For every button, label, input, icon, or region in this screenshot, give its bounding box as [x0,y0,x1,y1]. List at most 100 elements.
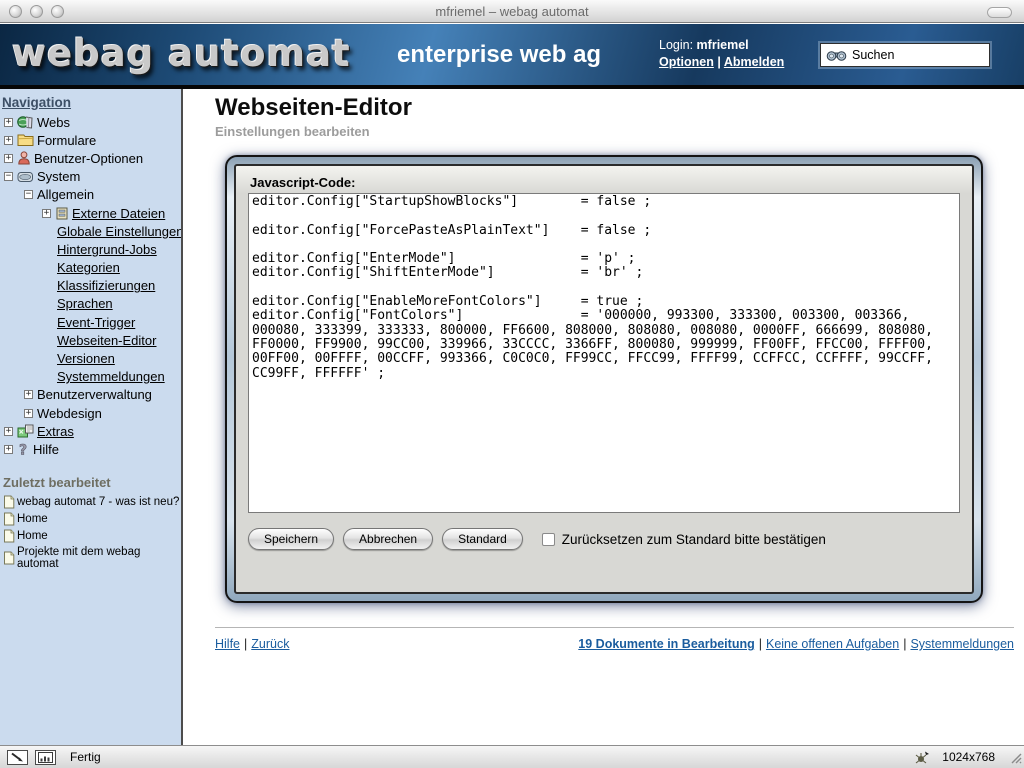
login-link-separator: | [717,55,721,69]
sidebar-item-label: Benutzerverwaltung [37,387,152,402]
app-logo: webag automat [12,32,351,75]
recent-item-label[interactable]: webag automat 7 - was ist neu? [17,496,179,508]
recent-item-label[interactable]: Home [17,513,48,525]
footer-link-systemmeldungen[interactable]: Systemmeldungen [910,637,1014,651]
expand-icon[interactable]: + [24,409,33,418]
reset-confirm-checkbox[interactable] [542,533,555,546]
user-icon [17,151,31,165]
login-username: mfriemel [697,38,749,52]
sidebar-item-systemmeldungen[interactable]: Systemmeldungen [0,368,181,386]
sidebar-item-globale-einstellungen[interactable]: Globale Einstellungen [0,222,181,240]
sidebar-item-label[interactable]: Externe Dateien [72,206,165,221]
sidebar-item-label[interactable]: Systemmeldungen [57,369,165,384]
expand-icon[interactable]: + [4,427,13,436]
search-box[interactable] [820,43,990,67]
sidebar-item-extras[interactable]: + Extras [0,422,181,440]
document-icon [3,551,15,565]
help-icon: ? [17,442,30,457]
expand-icon[interactable]: + [4,118,13,127]
footer-left-links: Hilfe | Zurück [215,637,289,651]
sidebar-item-label: Formulare [37,133,96,148]
draw-tool-icon[interactable] [7,750,28,765]
document-icon [3,495,15,509]
sidebar-item-webseiten-editor[interactable]: Webseiten-Editor [0,331,181,349]
expand-icon[interactable]: + [4,154,13,163]
recent-item-home[interactable]: Home [0,511,181,528]
sidebar: Navigation + Webs + Formulare + Benutzer-Opti… [0,89,183,745]
abbrechen-button[interactable]: Abbrechen [343,528,433,550]
resize-grip[interactable] [1009,751,1022,764]
sidebar-item-sprachen[interactable]: Sprachen [0,295,181,313]
sidebar-item-formulare[interactable]: + Formulare [0,131,181,149]
sidebar-item-benutzerverwaltung[interactable]: + Benutzerverwaltung [0,386,181,404]
sidebar-item-label[interactable]: Versionen [57,351,115,366]
sidebar-item-kategorien[interactable]: Kategorien [0,259,181,277]
external-files-icon [55,207,69,220]
expand-icon[interactable]: + [24,390,33,399]
expand-icon[interactable]: + [42,209,51,218]
sidebar-item-allgemein[interactable]: −Allgemein [0,186,181,204]
sidebar-item-webs[interactable]: + Webs [0,113,181,131]
sidebar-item-klassifizierungen[interactable]: Klassifizierungen [0,277,181,295]
sidebar-item-label[interactable]: Webseiten-Editor [57,333,156,348]
recent-item-label[interactable]: Projekte mit dem webag automat [17,546,181,570]
footer-link-separator: | [244,637,247,651]
sidebar-item-label[interactable]: Sprachen [57,296,113,311]
sidebar-item-versionen[interactable]: Versionen [0,349,181,367]
sidebar-item-event-trigger[interactable]: Event-Trigger [0,313,181,331]
sidebar-item-label: Webs [37,115,70,130]
app-header: webag automat enterprise web ag Login: m… [0,24,1024,85]
recent-item-label[interactable]: Home [17,530,48,542]
sidebar-item-label: System [37,169,80,184]
search-input[interactable] [852,48,977,62]
recent-item-webag-automat-7-was-ist-neu[interactable]: webag automat 7 - was ist neu? [0,494,181,511]
collapse-icon[interactable]: − [4,172,13,181]
brand-text: enterprise web ag [397,41,601,69]
recent-list: webag automat 7 - was ist neu? Home Home Pr… [0,494,181,572]
page-subtitle: Einstellungen bearbeiten [215,124,370,139]
recent-item-home[interactable]: Home [0,528,181,545]
extras-tools-icon [17,424,34,438]
sidebar-item-label: Hilfe [33,442,59,457]
sidebar-item-label[interactable]: Event-Trigger [57,315,135,330]
footer-right-links: 19 Dokumente in Bearbeitung | Keine offene… [578,637,1014,651]
speichern-button[interactable]: Speichern [248,528,334,550]
page-footer: Hilfe | Zurück 19 Dokumente in Bearbeitung… [215,627,1014,651]
debug-bug-icon[interactable] [914,751,930,764]
sidebar-item-externe-dateien[interactable]: + Externe Dateien [0,204,181,222]
footer-link-19-dokumente-in-bearbeitung[interactable]: 19 Dokumente in Bearbeitung [578,637,754,651]
expand-icon[interactable]: + [4,136,13,145]
toolbar-toggle-button[interactable] [987,7,1012,18]
document-icon [3,512,15,526]
footer-link-separator: | [759,637,762,651]
navigation-header[interactable]: Navigation [2,95,181,110]
sidebar-item-label[interactable]: Kategorien [57,260,120,275]
sidebar-item-label[interactable]: Extras [37,424,74,439]
collapse-icon[interactable]: − [24,190,33,199]
sidebar-item-benutzer-optionen[interactable]: + Benutzer-Optionen [0,149,181,167]
javascript-code-textarea[interactable]: editor.Config["StartupShowBlocks"] = fal… [248,193,960,513]
system-icon [17,171,34,183]
footer-link-keine-offenen-aufgaben[interactable]: Keine offenen Aufgaben [766,637,899,651]
sidebar-item-label[interactable]: Klassifizierungen [57,278,155,293]
sidebar-item-hintergrund-jobs[interactable]: Hintergrund-Jobs [0,240,181,258]
standard-button[interactable]: Standard [442,528,523,550]
sidebar-item-label[interactable]: Globale Einstellungen [57,224,183,239]
page-title: Webseiten-Editor [215,94,412,122]
report-chart-icon[interactable] [35,750,56,765]
options-link[interactable]: Optionen [659,55,714,69]
sidebar-item-label: Webdesign [37,406,102,421]
sidebar-item-label[interactable]: Hintergrund-Jobs [57,242,157,257]
sidebar-item-hilfe[interactable]: +?Hilfe [0,440,181,458]
expand-icon[interactable]: + [4,445,13,454]
footer-link-hilfe[interactable]: Hilfe [215,637,240,651]
recent-item-projekte-mit-dem-webag-automat[interactable]: Projekte mit dem webag automat [0,545,181,572]
footer-link-zur-ck[interactable]: Zurück [251,637,289,651]
sidebar-item-label: Benutzer-Optionen [34,151,143,166]
sidebar-item-webdesign[interactable]: + Webdesign [0,404,181,422]
sidebar-item-system[interactable]: − System [0,168,181,186]
logout-link[interactable]: Abmelden [724,55,784,69]
resolution-indicator: 1024x768 [942,750,995,764]
reset-confirm-label: Zurücksetzen zum Standard bitte bestätig… [562,532,826,547]
sidebar-item-label: Allgemein [37,187,94,202]
